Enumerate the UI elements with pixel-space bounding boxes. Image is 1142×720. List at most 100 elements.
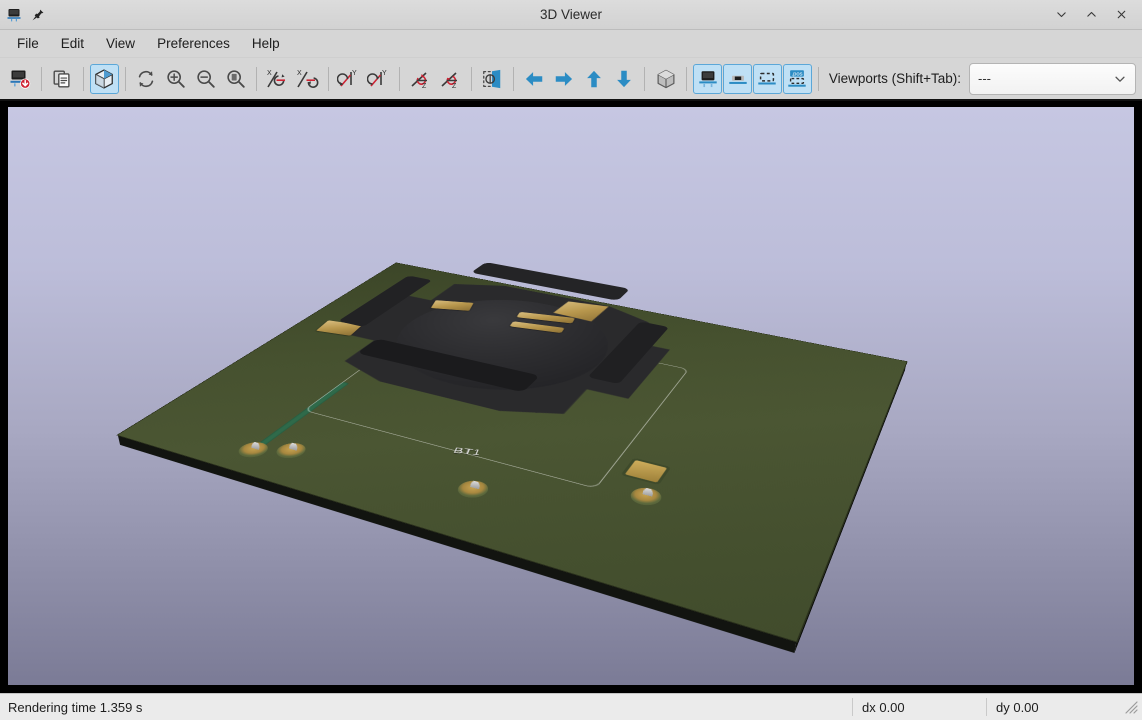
status-bar: Rendering time 1.359 s dx 0.00 dy 0.00: [0, 693, 1142, 720]
flip-board-view-button[interactable]: [478, 64, 507, 94]
through-hole-pad: [271, 441, 312, 461]
arrow-right-icon: [553, 68, 575, 90]
toggle-smd-models-button[interactable]: [723, 64, 752, 94]
menu-file[interactable]: File: [6, 32, 50, 55]
solder-joint: [287, 442, 297, 457]
rotate-y-ccw-icon: Y: [367, 67, 391, 91]
orthographic-cube-icon: [655, 68, 677, 90]
cube-icon: [93, 68, 115, 90]
render-time-status: Rendering time 1.359 s: [0, 700, 142, 715]
rotate-x-clockwise-button[interactable]: X: [263, 64, 292, 94]
svg-text:Z: Z: [452, 83, 457, 90]
rotate-z-counterclockwise-button[interactable]: Z: [436, 64, 465, 94]
arrow-left-icon: [523, 68, 545, 90]
zoom-fit-button[interactable]: [221, 64, 250, 94]
maximize-button[interactable]: [1078, 3, 1104, 27]
resize-grip-icon[interactable]: [1123, 699, 1139, 715]
pin-icon[interactable]: [31, 8, 45, 22]
viewports-select[interactable]: ---: [969, 63, 1136, 95]
move-down-button[interactable]: [609, 64, 638, 94]
through-hole-pad: [453, 478, 494, 501]
viewports-label: Viewports (Shift+Tab):: [829, 71, 961, 86]
toggle-through-hole-models-button[interactable]: [693, 64, 722, 94]
viewports-selected-value: ---: [978, 71, 991, 86]
pcb-board-edge-front: [118, 435, 796, 653]
svg-text:.pos: .pos: [792, 71, 803, 77]
menu-help[interactable]: Help: [241, 32, 291, 55]
rotate-x-ccw-icon: X: [295, 67, 319, 91]
move-right-button[interactable]: [550, 64, 579, 94]
unspecified-component-icon: [756, 68, 778, 90]
title-bar: 3D Viewer: [0, 0, 1142, 30]
3d-viewport[interactable]: BT1: [8, 107, 1134, 685]
rotate-x-cw-icon: X: [265, 67, 289, 91]
copy-icon: [51, 68, 73, 90]
move-left-button[interactable]: [520, 64, 549, 94]
rotate-x-counterclockwise-button[interactable]: X: [293, 64, 322, 94]
zoom-fit-icon: [225, 68, 247, 90]
statusbar-separator: [852, 698, 853, 716]
pcb-board-group: BT1: [118, 263, 907, 641]
rotate-y-clockwise-button[interactable]: Y: [335, 64, 364, 94]
zoom-out-button[interactable]: [191, 64, 220, 94]
toggle-orthographic-projection-button[interactable]: [651, 64, 680, 94]
menu-edit[interactable]: Edit: [50, 32, 95, 55]
menu-bar: File Edit View Preferences Help: [0, 30, 1142, 58]
svg-text:X: X: [267, 70, 272, 77]
close-button[interactable]: [1108, 3, 1134, 27]
export-current-view-to-png-button[interactable]: [6, 64, 35, 94]
through-hole-pad: [626, 485, 665, 508]
render-realistic-mode-button[interactable]: [90, 64, 119, 94]
window-title: 3D Viewer: [0, 7, 1142, 22]
toolbar-separator: [818, 67, 819, 91]
svg-text:Y: Y: [382, 70, 387, 77]
flip-board-icon: [481, 68, 503, 90]
toolbar-separator: [644, 67, 645, 91]
svg-text:Y: Y: [352, 70, 357, 77]
solder-joint: [468, 480, 480, 496]
toolbar-separator: [125, 67, 126, 91]
zoom-in-icon: [165, 68, 187, 90]
copy-3d-image-to-clipboard-button[interactable]: [48, 64, 77, 94]
toolbar-separator: [41, 67, 42, 91]
menu-preferences[interactable]: Preferences: [146, 32, 241, 55]
dy-readout: dy 0.00: [996, 700, 1039, 715]
toggle-unspecified-models-button[interactable]: [753, 64, 782, 94]
toolbar-separator: [686, 67, 687, 91]
zoom-in-button[interactable]: [161, 64, 190, 94]
pcb-board: BT1: [118, 263, 907, 641]
rotate-y-counterclockwise-button[interactable]: Y: [365, 64, 394, 94]
toolbar-separator: [256, 67, 257, 91]
app-window: 3D Viewer File Edit View Preferences Hel…: [0, 0, 1142, 720]
toggle-virtual-models-button[interactable]: .pos: [783, 64, 812, 94]
main-toolbar: X X: [0, 58, 1142, 101]
arrow-up-icon: [583, 68, 605, 90]
screenshot-export-icon: [8, 67, 32, 91]
toolbar-separator: [328, 67, 329, 91]
3d-scene: BT1: [8, 107, 1134, 685]
statusbar-separator: [986, 698, 987, 716]
rotate-z-clockwise-button[interactable]: Z: [406, 64, 435, 94]
arrow-down-icon: [613, 68, 635, 90]
minimize-button[interactable]: [1048, 3, 1074, 27]
menu-view[interactable]: View: [95, 32, 146, 55]
move-up-button[interactable]: [580, 64, 609, 94]
reload-board-button[interactable]: [132, 64, 161, 94]
smd-component-icon: [727, 68, 749, 90]
chevron-down-icon: [1113, 72, 1127, 86]
toolbar-separator: [399, 67, 400, 91]
smd-pad: [625, 460, 667, 483]
zoom-out-icon: [195, 68, 217, 90]
rotate-y-cw-icon: Y: [337, 67, 361, 91]
battery-holder-bt1: BT1: [304, 315, 690, 489]
rotate-z-cw-icon: Z: [409, 67, 433, 91]
svg-text:X: X: [297, 70, 302, 77]
tht-component-icon: [697, 68, 719, 90]
solder-joint: [641, 487, 654, 503]
app-icon: [6, 7, 22, 23]
dx-readout: dx 0.00: [862, 700, 905, 715]
svg-text:Z: Z: [422, 83, 427, 90]
rotate-z-ccw-icon: Z: [439, 67, 463, 91]
pcb-board-edge-right: [795, 362, 907, 654]
solder-joint: [250, 441, 260, 456]
